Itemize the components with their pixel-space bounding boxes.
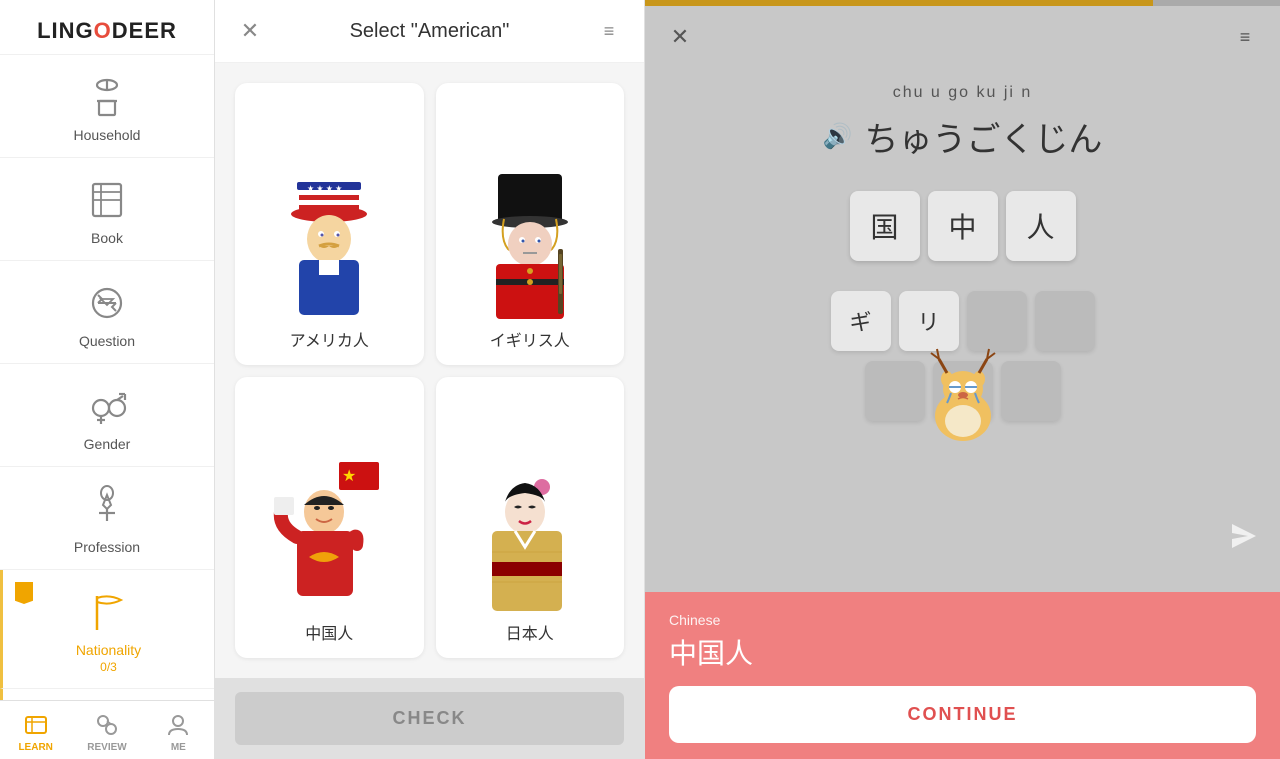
modal-title: Select "American" [265,20,594,43]
logo-o: O [94,18,112,43]
answer-feedback-panel: Chinese 中国人 CONTINUE [645,592,1280,759]
nav-me[interactable]: ME [143,701,214,759]
sidebar-item-gender-label: Gender [84,436,131,452]
sidebar-item-nationality-label: Nationality [76,642,141,658]
book-icon [83,176,131,224]
sidebar-items: Household Book [0,55,214,700]
review-icon [93,711,121,739]
progress-bar-fill [645,0,1153,6]
nav-learn-label: LEARN [18,742,52,753]
answer-text: 中国人 [669,632,1256,672]
nationality-card-japanese[interactable]: 日本人 [436,377,625,659]
nav-review[interactable]: REVIEW [71,701,142,759]
nav-me-label: ME [171,742,186,753]
sidebar-item-nationality[interactable]: Nationality 0/3 [0,570,214,689]
chinese-character-art: ★ [247,457,412,612]
logo-area: LINGODEER [0,0,214,55]
nationality-icon [85,588,133,636]
svg-text:★: ★ [342,468,356,485]
japanese-character-art [448,457,613,612]
household-icon [83,73,131,121]
kanji-tile-2-text: 中 [948,206,976,246]
sidebar-item-household-label: Household [74,127,141,143]
check-button[interactable]: CHECK [235,692,624,745]
profession-icon [83,485,131,533]
japanese-word: ちゅうごくじん [864,112,1102,161]
kanji-tile-2[interactable]: 中 [928,191,998,261]
kana-tile-empty-2[interactable] [1035,291,1095,351]
chinese-card-label: 中国人 [305,620,353,644]
sidebar-item-book-label: Book [91,230,123,246]
japanese-word-area: 🔊 ちゅうごくじん [823,112,1103,161]
send-icon[interactable] [1228,520,1260,559]
nationality-modal: ✕ Select "American" ≡ ★ ★ ★ ★ [215,0,645,759]
question-icon [83,279,131,327]
modal-menu-button[interactable]: ≡ [594,16,624,46]
kanji-tile-1[interactable]: 国 [850,191,920,261]
deer-mascot [903,341,1023,451]
british-card-label: イギリス人 [490,327,570,351]
modal-close-button[interactable]: ✕ [235,16,265,46]
logo: LINGODEER [37,18,177,44]
nationality-card-british[interactable]: イギリス人 [436,83,625,365]
nav-learn[interactable]: LEARN [0,701,71,759]
nationality-card-american[interactable]: ★ ★ ★ ★ [235,83,424,365]
sidebar-item-alphabet[interactable]: A Alphabet [0,689,214,700]
british-character-art [448,164,613,319]
learn-icon [22,711,50,739]
kana-tile-gi[interactable]: ギ [831,291,891,351]
bookmark-badge [15,582,33,604]
quiz-close-button[interactable]: ✕ [665,22,695,52]
quiz-menu-button[interactable]: ≡ [1230,22,1260,52]
bottom-nav: LEARN REVIEW ME [0,700,214,759]
sidebar-item-question[interactable]: Question [0,261,214,364]
quiz-header: ✕ ≡ [645,0,1280,68]
sidebar-item-nationality-progress: 0/3 [100,660,117,674]
sidebar-item-household[interactable]: Household [0,55,214,158]
left-sidebar: LINGODEER Household [0,0,215,759]
kanji-tile-1-text: 国 [870,206,898,246]
american-character-art: ★ ★ ★ ★ [247,164,412,319]
me-icon [164,711,192,739]
progress-bar-container [645,0,1280,6]
quiz-content: chu u go ku ji n 🔊 ちゅうごくじん 国 中 人 ギ リ [645,68,1280,592]
kanji-tiles: 国 中 人 [850,191,1076,261]
sidebar-item-question-label: Question [79,333,135,349]
kanji-tile-3-text: 人 [1026,206,1054,246]
speaker-icon[interactable]: 🔊 [823,122,853,151]
sidebar-item-profession[interactable]: Profession [0,467,214,570]
answer-label: Chinese [669,612,1256,628]
kanji-tile-3[interactable]: 人 [1006,191,1076,261]
gender-icon [83,382,131,430]
continue-button[interactable]: CONTINUE [669,686,1256,743]
modal-header: ✕ Select "American" ≡ [215,0,644,63]
kana-tile-ri-text: リ [917,305,939,337]
sidebar-item-gender[interactable]: Gender [0,364,214,467]
nationality-card-chinese[interactable]: ★ [235,377,424,659]
japanese-card-label: 日本人 [506,620,554,644]
nationality-grid: ★ ★ ★ ★ [215,63,644,678]
kana-tile-gi-text: ギ [849,305,871,337]
modal-footer: CHECK [215,678,644,759]
american-card-label: アメリカ人 [290,327,369,351]
sidebar-item-profession-label: Profession [74,539,140,555]
sidebar-item-book[interactable]: Book [0,158,214,261]
romaji-text: chu u go ku ji n [893,84,1033,102]
quiz-panel: ✕ ≡ chu u go ku ji n 🔊 ちゅうごくじん 国 中 人 ギ [645,0,1280,759]
nav-review-label: REVIEW [87,742,126,753]
